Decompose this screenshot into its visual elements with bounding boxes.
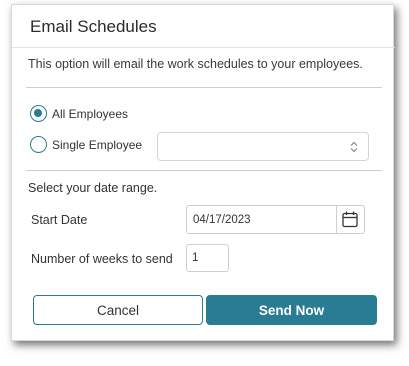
date-range-prompt: Select your date range. xyxy=(28,181,158,195)
email-schedules-dialog: Email Schedules This option will email t… xyxy=(11,4,395,341)
chevron-updown-icon xyxy=(350,141,358,153)
single-employee-option[interactable]: Single Employee xyxy=(30,136,142,153)
cancel-button[interactable]: Cancel xyxy=(33,295,203,325)
weeks-label: Number of weeks to send xyxy=(31,252,173,266)
all-employees-radio[interactable] xyxy=(30,105,47,122)
all-employees-label: All Employees xyxy=(52,106,129,121)
dialog-description: This option will email the work schedule… xyxy=(28,57,363,71)
dialog-title: Email Schedules xyxy=(30,17,157,36)
start-date-label: Start Date xyxy=(31,213,88,227)
send-now-button[interactable]: Send Now xyxy=(206,295,377,325)
calendar-icon[interactable] xyxy=(342,211,358,228)
weeks-input[interactable]: 1 xyxy=(186,244,229,272)
single-employee-radio[interactable] xyxy=(30,136,47,153)
start-date-value: 04/17/2023 xyxy=(193,214,251,226)
single-employee-label: Single Employee xyxy=(52,137,143,152)
calendar-separator xyxy=(336,206,337,233)
section-divider xyxy=(26,170,382,171)
all-employees-option[interactable]: All Employees xyxy=(30,105,128,122)
weeks-value: 1 xyxy=(192,252,199,264)
employee-select[interactable] xyxy=(157,132,369,161)
title-divider xyxy=(12,47,395,48)
start-date-input[interactable]: 04/17/2023 xyxy=(186,205,365,234)
section-divider xyxy=(26,87,382,88)
